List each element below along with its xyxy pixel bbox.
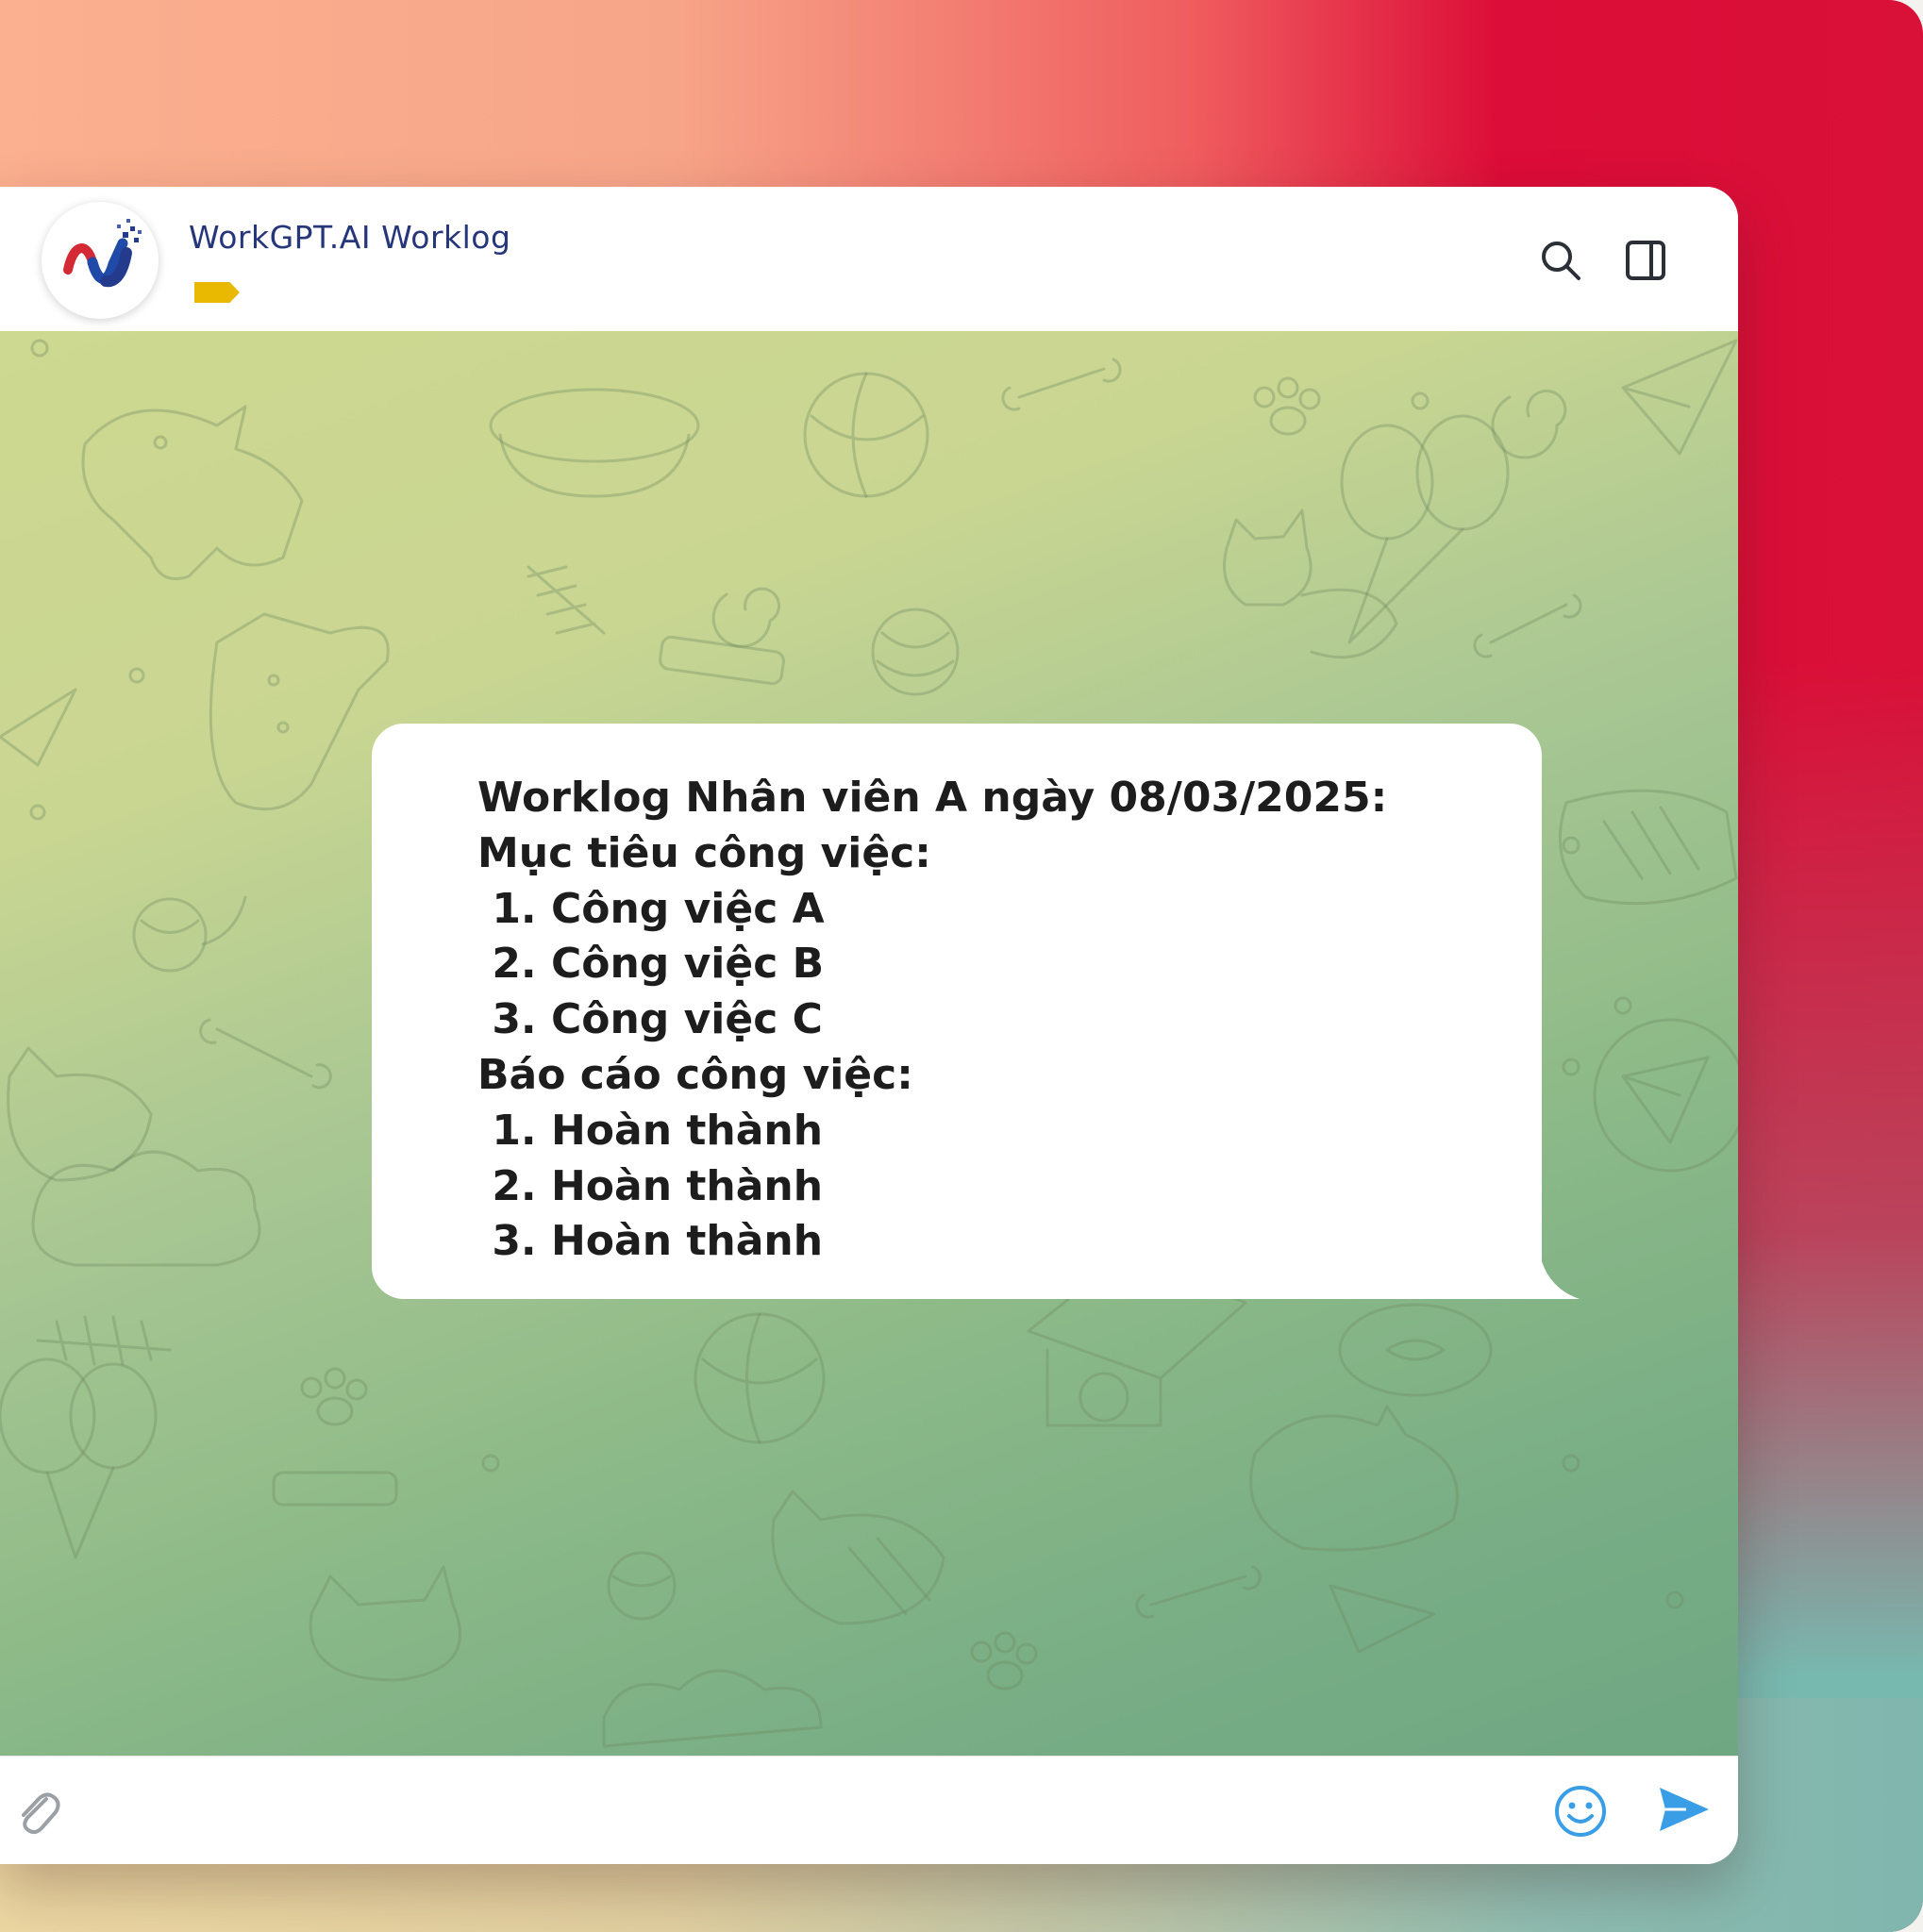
message-text: Worklog Nhân viên A ngày 08/03/2025: Mục…	[477, 771, 1387, 1270]
search-button[interactable]	[1534, 234, 1587, 287]
message-line: 1. Công việc A	[477, 884, 825, 933]
message-line: 3. Công việc C	[477, 995, 823, 1044]
message-bubble[interactable]: Worklog Nhân viên A ngày 08/03/2025: Mục…	[372, 724, 1542, 1299]
sidebar-toggle-icon	[1626, 241, 1665, 280]
message-line: 1. Hoàn thành	[477, 1106, 824, 1155]
chat-window: WorkGPT.AI Worklog Worklog Nhân viên A n…	[0, 187, 1738, 1864]
chat-title[interactable]: WorkGPT.AI Worklog	[189, 219, 510, 256]
message-line: 2. Công việc B	[477, 940, 825, 989]
chat-avatar[interactable]	[42, 202, 159, 319]
message-line: Worklog Nhân viên A ngày 08/03/2025:	[477, 774, 1388, 822]
message-input-bar	[0, 1756, 1738, 1864]
message-line: Báo cáo công việc:	[477, 1050, 913, 1099]
emoji-icon	[1555, 1786, 1606, 1837]
message-line: Mục tiêu công việc:	[477, 828, 931, 877]
logo-icon	[63, 219, 142, 288]
sidebar-toggle-button[interactable]	[1619, 234, 1672, 287]
message-line: 2. Hoàn thành	[477, 1161, 824, 1210]
message-bubble-tail	[1538, 1242, 1580, 1299]
message-input[interactable]	[94, 1775, 1513, 1848]
send-button[interactable]	[1653, 1779, 1714, 1840]
send-icon	[1660, 1788, 1709, 1831]
attach-icon	[22, 1792, 60, 1835]
attach-button[interactable]	[8, 1781, 68, 1841]
emoji-button[interactable]	[1550, 1781, 1611, 1841]
chat-header: WorkGPT.AI Worklog	[0, 187, 1738, 331]
search-icon	[1542, 242, 1580, 280]
chat-area[interactable]: Worklog Nhân viên A ngày 08/03/2025: Mục…	[0, 331, 1738, 1756]
label-tag	[194, 282, 240, 303]
message-line: 3. Hoàn thành	[477, 1217, 824, 1266]
